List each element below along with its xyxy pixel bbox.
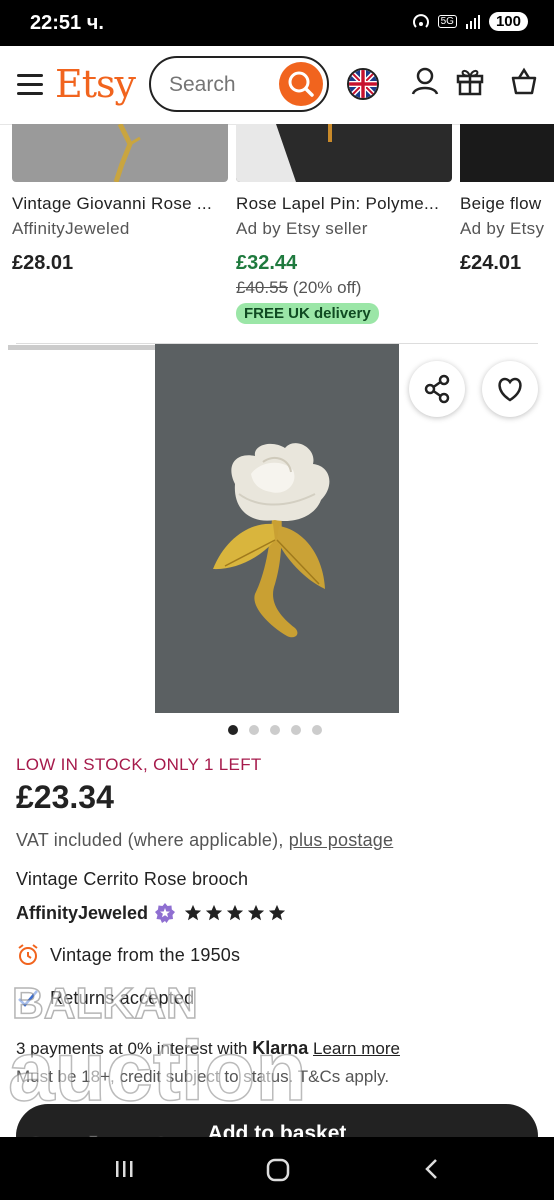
star-rating[interactable] — [184, 904, 286, 922]
image-pagination — [228, 725, 322, 735]
menu-icon[interactable] — [17, 74, 43, 95]
status-icons: 5G 100 — [412, 12, 528, 31]
hotspot-icon — [412, 13, 429, 28]
pagination-dot[interactable] — [228, 725, 238, 735]
postage-link[interactable]: plus postage — [289, 830, 393, 850]
feature-returns: Returns accepted — [16, 986, 194, 1010]
star-icon — [184, 904, 202, 921]
product-price: £23.34 — [16, 779, 114, 815]
free-delivery-badge: FREE UK delivery — [236, 303, 379, 324]
related-card-image[interactable] — [460, 124, 554, 182]
favorite-button[interactable] — [482, 361, 538, 417]
share-button[interactable] — [409, 361, 465, 417]
related-card[interactable]: Beige flow Ad by Etsy £24.01 — [460, 124, 554, 275]
related-card-title[interactable]: Beige flow — [460, 194, 554, 214]
stock-notice: LOW IN STOCK, ONLY 1 LEFT — [16, 755, 262, 774]
product-image[interactable] — [155, 344, 399, 713]
back-icon[interactable] — [420, 1157, 444, 1181]
checkmark-icon — [18, 990, 38, 1007]
related-card-title[interactable]: Vintage Giovanni Rose ... — [12, 194, 228, 214]
etsy-logo[interactable]: Etsy — [55, 62, 136, 106]
alarm-clock-icon — [18, 944, 38, 965]
uk-flag-icon[interactable] — [347, 68, 379, 100]
related-card-sale-price: £32.44 — [236, 252, 298, 274]
star-icon — [205, 904, 223, 921]
network-type: 5G — [437, 15, 457, 28]
account-icon[interactable] — [410, 66, 440, 96]
related-listings: Vintage Giovanni Rose ... AffinityJewele… — [0, 124, 554, 334]
pagination-dot[interactable] — [291, 725, 301, 735]
related-card[interactable]: Vintage Giovanni Rose ... AffinityJewele… — [12, 124, 228, 275]
product-title: Vintage Cerrito Rose brooch — [16, 869, 249, 889]
feature-vintage: Vintage from the 1950s — [16, 943, 240, 967]
klarna-learn-more-link[interactable]: Learn more — [313, 1039, 400, 1058]
search-bar[interactable] — [149, 56, 329, 112]
signal-icon — [465, 14, 480, 29]
related-card[interactable]: Rose Lapel Pin: Polyme... Ad by Etsy sel… — [236, 124, 452, 324]
star-icon — [226, 904, 244, 921]
related-card-original-price: £40.55 (20% off) — [236, 278, 362, 297]
gift-icon[interactable] — [455, 66, 485, 96]
recents-icon[interactable] — [112, 1157, 136, 1181]
share-icon — [424, 374, 450, 404]
status-time: 22:51 ч. — [30, 12, 104, 34]
pagination-dot[interactable] — [249, 725, 259, 735]
pagination-dot[interactable] — [312, 725, 322, 735]
basket-icon[interactable] — [509, 66, 539, 96]
klarna-offer: 3 payments at 0% interest with Klarna Le… — [16, 1038, 400, 1058]
related-card-seller: AffinityJeweled — [12, 219, 130, 238]
related-card-seller: Ad by Etsy — [460, 219, 545, 238]
star-seller-badge-icon — [155, 903, 176, 923]
heart-icon — [498, 377, 522, 402]
shop-name[interactable]: AffinityJeweled — [16, 903, 148, 924]
related-card-price: £24.01 — [460, 252, 522, 274]
related-card-image[interactable] — [236, 124, 452, 182]
home-icon[interactable] — [265, 1157, 291, 1183]
star-icon — [268, 904, 286, 921]
star-icon — [247, 904, 265, 921]
related-card-image[interactable] — [12, 124, 228, 182]
search-button[interactable] — [279, 62, 323, 106]
site-header: Etsy — [0, 46, 554, 125]
klarna-logo: Klarna — [252, 1038, 309, 1058]
status-bar: 22:51 ч. 5G 100 — [0, 0, 554, 46]
search-input[interactable] — [167, 72, 276, 98]
klarna-fine-print: Must be 18+, credit subject to status. T… — [16, 1067, 390, 1086]
battery-level: 100 — [488, 12, 528, 31]
system-nav-bar — [0, 1137, 554, 1200]
shop-row: AffinityJeweled — [16, 902, 286, 924]
related-card-seller: Ad by Etsy seller — [236, 219, 368, 238]
scroll-indicator — [8, 345, 155, 350]
related-card-title[interactable]: Rose Lapel Pin: Polyme... — [236, 194, 452, 214]
related-card-price: £28.01 — [12, 252, 74, 274]
search-icon — [288, 71, 314, 97]
vat-note: VAT included (where applicable), plus po… — [16, 830, 394, 850]
pagination-dot[interactable] — [270, 725, 280, 735]
